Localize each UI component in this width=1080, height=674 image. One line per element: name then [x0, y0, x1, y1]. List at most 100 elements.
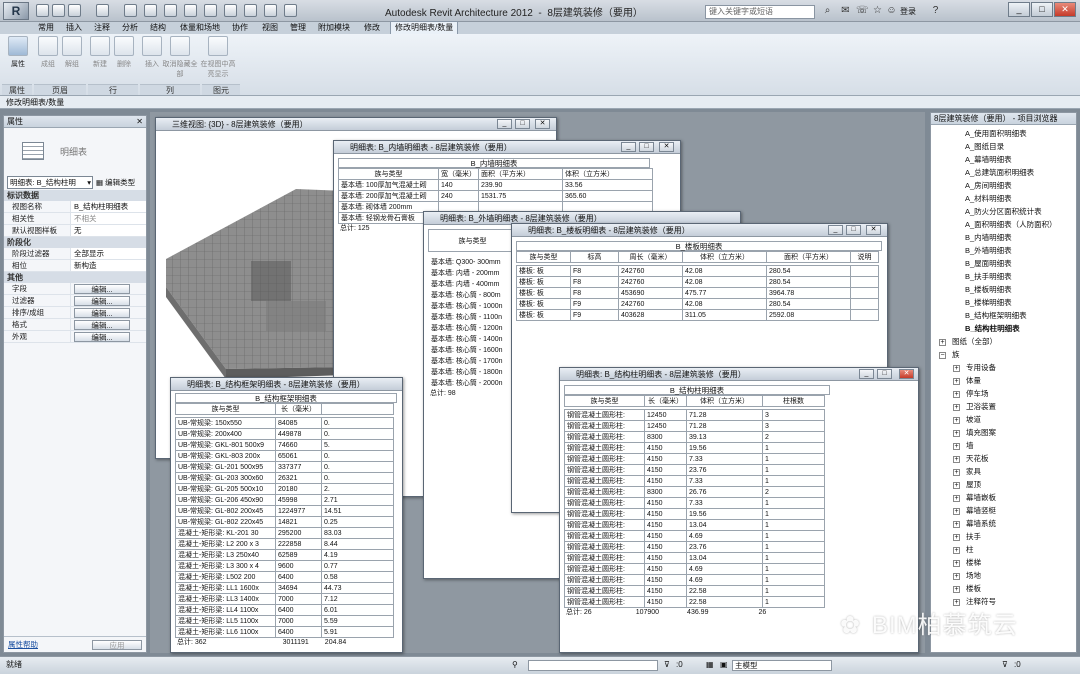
table-row[interactable]: 钢管混凝土圆形柱: 8300 26.76 2 [564, 486, 825, 498]
cell[interactable]: 4.69 [686, 530, 763, 542]
close-icon[interactable]: ✕ [136, 116, 146, 128]
table-row[interactable]: 混凝土-矩形梁: L2 200 x 3 222858 8.44 [175, 538, 394, 550]
table-row[interactable]: UB-常规梁: 150x550 84085 0. [175, 417, 394, 429]
cell[interactable]: 1 [762, 585, 825, 597]
cell[interactable]: 4150 [644, 464, 687, 476]
edit-filter-button[interactable]: 编辑... [74, 296, 130, 306]
table-row[interactable]: 楼板: 板 F9 242760 42.08 280.54 [516, 298, 879, 310]
cell[interactable] [850, 265, 879, 277]
cell[interactable]: 365.60 [562, 190, 653, 202]
cell[interactable]: 基本墙: 核心筒 - 1600n [428, 344, 517, 356]
cell[interactable]: 钢管混凝土圆形柱: [564, 574, 645, 586]
expand-icon[interactable]: + [953, 390, 960, 398]
cell[interactable]: 钢管混凝土圆形柱: [564, 563, 645, 575]
cell[interactable]: 403628 [618, 309, 683, 321]
cell[interactable]: 84085 [275, 417, 322, 429]
revit-logo-icon[interactable]: R [3, 2, 29, 20]
cell[interactable]: 311.05 [682, 309, 767, 321]
tab-analyze[interactable]: 分析 [118, 22, 142, 34]
cell[interactable]: 12450 [644, 409, 687, 421]
table-row[interactable]: UB-常规梁: GL-802 200x45 1224977 14.51 [175, 505, 394, 517]
cell[interactable]: 3964.78 [766, 287, 851, 299]
cell[interactable]: 71.28 [686, 420, 763, 432]
save-icon[interactable] [52, 4, 65, 17]
table-row[interactable]: 基本墙: 200厚加气混凝土砌 240 1531.75 365.60 [338, 190, 653, 202]
cell[interactable]: F9 [570, 298, 619, 310]
cell[interactable] [850, 287, 879, 299]
cell[interactable]: 钢管混凝土圆形柱: [564, 497, 645, 509]
table-row[interactable]: 基本墙: 核心筒 - 1200n [428, 322, 517, 334]
cell[interactable]: 7.33 [686, 475, 763, 487]
maximize-button[interactable]: □ [639, 142, 654, 152]
cell[interactable]: 8300 [644, 431, 687, 443]
cell[interactable]: 0. [321, 450, 394, 462]
column-header[interactable]: 族与类型 [338, 168, 439, 180]
cell[interactable] [850, 276, 879, 288]
column-header[interactable]: 面积（平方米） [478, 168, 563, 180]
cell[interactable]: 1 [762, 442, 825, 454]
search-input[interactable]: 键入关键字或短语 [705, 5, 815, 19]
cell[interactable]: 6400 [275, 604, 322, 616]
cell[interactable]: 242760 [618, 265, 683, 277]
cell[interactable]: UB-常规梁: 150x550 [175, 417, 276, 429]
cell[interactable]: UB-常规梁: GL-203 300x60 [175, 472, 276, 484]
cell[interactable]: 混凝土-矩形梁: L502 200 [175, 571, 276, 583]
cell[interactable]: 1 [762, 453, 825, 465]
cell[interactable]: 1531.75 [478, 190, 563, 202]
browser-item-family[interactable]: + 幕墙嵌板 [935, 491, 1076, 504]
expand-icon[interactable]: + [953, 455, 960, 463]
tag-icon[interactable] [164, 4, 177, 17]
column-header[interactable]: 标高 [570, 251, 619, 263]
cell[interactable]: 混凝土-矩形梁: L3 250x40 [175, 549, 276, 561]
cell[interactable]: 4150 [644, 530, 687, 542]
cell[interactable]: 楼板: 板 [516, 298, 571, 310]
expand-icon[interactable]: + [953, 533, 960, 541]
cell[interactable]: 4150 [644, 453, 687, 465]
column-header[interactable]: 体积（立方米） [562, 168, 653, 180]
cell[interactable]: 混凝土-矩形梁: KL-201 30 [175, 527, 276, 539]
table-row[interactable]: 基本墙: 核心筒 - 1800n [428, 366, 517, 378]
cell[interactable]: 基本墙: Q300- 300mm [428, 256, 517, 268]
expand-icon[interactable]: + [953, 416, 960, 424]
cell[interactable]: UB-常规梁: 200x400 [175, 428, 276, 440]
table-row[interactable]: 钢管混凝土圆形柱: 4150 22.58 1 [564, 596, 825, 608]
cell[interactable]: 42.08 [682, 276, 767, 288]
undo-icon[interactable] [68, 4, 81, 17]
cell[interactable]: 2.71 [321, 494, 394, 506]
browser-item-schedule[interactable]: B_楼梯明细表 [935, 296, 1076, 309]
cell[interactable]: 4150 [644, 563, 687, 575]
cell[interactable]: UB-常规梁: GL-201 500x95 [175, 461, 276, 473]
cell[interactable]: 混凝土-矩形梁: LL5 1100x [175, 615, 276, 627]
cell[interactable]: 混凝土-矩形梁: L3 300 x 4 [175, 560, 276, 572]
cell[interactable]: 13.04 [686, 519, 763, 531]
table-row[interactable]: 钢管混凝土圆形柱: 8300 39.13 2 [564, 431, 825, 443]
edit-appearance-button[interactable]: 编辑... [74, 332, 130, 342]
minimize-button[interactable]: _ [497, 119, 512, 129]
browser-item-schedule[interactable]: B_结构框架明细表 [935, 309, 1076, 322]
cell[interactable]: 4.19 [321, 549, 394, 561]
insert-column-button[interactable] [142, 36, 162, 56]
cell[interactable]: 12450 [644, 420, 687, 432]
browser-item-schedule[interactable]: B_内墙明细表 [935, 231, 1076, 244]
tab-massing[interactable]: 体量和场地 [176, 22, 224, 34]
cell[interactable]: 3 [762, 420, 825, 432]
cell[interactable]: F8 [570, 276, 619, 288]
cell[interactable]: 14821 [275, 516, 322, 528]
3d-view-icon[interactable] [204, 4, 217, 17]
cell[interactable]: 19.56 [686, 442, 763, 454]
cell[interactable]: 4150 [644, 552, 687, 564]
table-row[interactable]: 钢管混凝土圆形柱: 4150 13.04 1 [564, 552, 825, 564]
cell[interactable]: 混凝土-矩形梁: L2 200 x 3 [175, 538, 276, 550]
properties-button[interactable] [8, 36, 28, 56]
cell[interactable]: 242760 [618, 298, 683, 310]
table-row[interactable]: UB-常规梁: GL-203 300x60 26321 0. [175, 472, 394, 484]
cell[interactable]: 基本墙: 100厚加气混凝土砌 [338, 179, 439, 191]
cell[interactable]: 0. [321, 417, 394, 429]
cell[interactable]: 钢管混凝土圆形柱: [564, 541, 645, 553]
column-header[interactable]: 体积（立方米） [686, 395, 763, 407]
browser-item-schedule[interactable]: A_图纸目录 [935, 140, 1076, 153]
cell[interactable]: 0. [321, 461, 394, 473]
expand-icon[interactable]: + [953, 559, 960, 567]
cell[interactable]: 钢管混凝土圆形柱: [564, 486, 645, 498]
browser-item-family[interactable]: + 幕墙系统 [935, 517, 1076, 530]
